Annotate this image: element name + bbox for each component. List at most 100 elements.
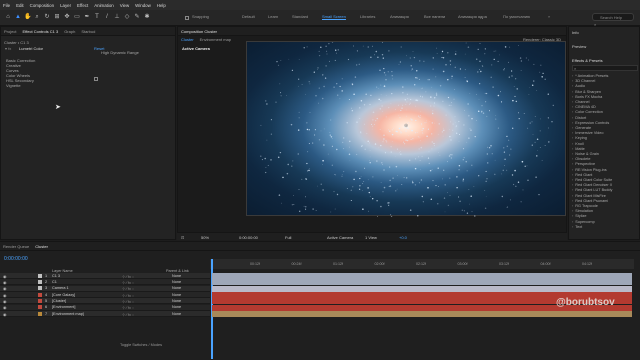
home-icon[interactable]: ⌂	[4, 13, 12, 21]
menu-composition[interactable]: Composition	[30, 3, 54, 8]
parent-select[interactable]: None	[172, 274, 181, 278]
view-layout-select[interactable]: 1 View	[365, 235, 377, 240]
workspace-learn[interactable]: Learn	[268, 14, 278, 19]
menu-layer[interactable]: Layer	[60, 3, 71, 8]
effects-category-item[interactable]: Boris FX Mocha	[572, 95, 602, 99]
switches-icons[interactable]: ⊹ ∕ fx ◌	[122, 312, 134, 317]
workspace-small-screen[interactable]: Small Screen	[322, 14, 346, 20]
label-color-swatch[interactable]	[38, 292, 42, 297]
effects-category-item[interactable]: Matte	[572, 147, 585, 151]
parent-select[interactable]: None	[172, 286, 181, 290]
parent-select[interactable]: None	[172, 305, 181, 309]
puppet-tool-icon[interactable]: ✱	[143, 13, 151, 21]
label-color-swatch[interactable]	[38, 305, 42, 310]
layer-row[interactable]: ◉ 6 [Environment] ⊹ ∕ fx ◌ None	[0, 304, 210, 311]
effects-category-item[interactable]: Immersive Video	[572, 131, 603, 135]
toggle-switches-label[interactable]: Toggle Switches / Modes	[120, 343, 162, 347]
pen-tool-icon[interactable]: ✒	[83, 13, 91, 21]
workspace-default-ru[interactable]: По умолчанию	[503, 14, 530, 19]
effects-category-item[interactable]: Noise & Grain	[572, 152, 599, 156]
viewer-title[interactable]: Composition Cluster	[181, 29, 217, 34]
effects-category-item[interactable]: RE:Vision Plug-ins	[572, 168, 606, 172]
effects-category-item[interactable]: Simulation	[572, 209, 593, 213]
layer-row[interactable]: ◉ 4 [Core Galaxy] ⊹ ∕ fx ◌ None	[0, 291, 210, 298]
tab-effect-controls[interactable]: Effect Controls C1 3	[22, 29, 58, 34]
layer-name[interactable]: [Core Galaxy]	[52, 293, 75, 297]
eraser-tool-icon[interactable]: ◇	[123, 13, 131, 21]
visibility-eye-icon[interactable]: ◉	[3, 312, 7, 317]
effects-category-item[interactable]: Knoll	[572, 142, 583, 146]
layer-name[interactable]: C1	[52, 280, 57, 284]
visibility-eye-icon[interactable]: ◉	[3, 286, 7, 291]
layer-duration-bar[interactable]	[212, 279, 632, 286]
layer-duration-bar[interactable]	[212, 273, 632, 279]
layer-row[interactable]: ◉ 5 [Cluster] ⊹ ∕ fx ◌ None	[0, 298, 210, 305]
tab-cluster-timeline[interactable]: Cluster	[35, 244, 48, 249]
rotate-tool-icon[interactable]: ↻	[43, 13, 51, 21]
timeline-timecode[interactable]: 0:00:00:00	[4, 256, 28, 262]
label-color-swatch[interactable]	[38, 280, 42, 285]
camera-tool-icon[interactable]: ⊞	[53, 13, 61, 21]
switches-icons[interactable]: ⊹ ∕ fx ◌	[122, 293, 134, 298]
effects-category-item[interactable]: Blur & Sharpen	[572, 90, 601, 94]
visibility-eye-icon[interactable]: ◉	[3, 293, 7, 298]
effects-category-item[interactable]: Keying	[572, 136, 587, 140]
effects-category-item[interactable]: RG Trapcode	[572, 204, 598, 208]
effect-name[interactable]: Lumetri Color	[19, 46, 43, 51]
subtab-environment-map[interactable]: Environment map	[200, 37, 231, 42]
tab-starbud[interactable]: Starbud	[81, 29, 95, 34]
layer-row[interactable]: ◉ 1 C1 3 ⊹ ∕ fx ◌ None	[0, 273, 210, 279]
switches-icons[interactable]: ⊹ ∕ fx ◌	[122, 299, 134, 304]
magnifier-icon[interactable]: ⊡	[181, 235, 184, 240]
layer-row[interactable]: ◉ 7 [Environment map] ⊹ ∕ fx ◌ None	[0, 310, 210, 317]
tab-project[interactable]: Project	[4, 29, 16, 34]
resolution-select[interactable]: Full	[285, 235, 291, 240]
menu-effect[interactable]: Effect	[77, 3, 88, 8]
effects-category-item[interactable]: Red Giant Psunami	[572, 199, 608, 203]
effects-category-item[interactable]: Red Giant MisFire	[572, 194, 606, 198]
visibility-eye-icon[interactable]: ◉	[3, 305, 7, 310]
layer-name[interactable]: [Cluster]	[52, 299, 66, 303]
section-vignette[interactable]: Vignette	[6, 83, 21, 88]
layer-duration-bar[interactable]	[212, 285, 632, 292]
search-help-input[interactable]: Search Help	[592, 13, 634, 21]
layer-name[interactable]: [Environment]	[52, 305, 75, 309]
info-panel-title[interactable]: Info	[572, 30, 579, 35]
label-color-swatch[interactable]	[38, 298, 42, 303]
layer-duration-bar[interactable]	[212, 310, 632, 317]
menu-view[interactable]: View	[120, 3, 129, 8]
visibility-eye-icon[interactable]: ◉	[3, 274, 7, 279]
workspace-core-anim[interactable]: Анимация ядра	[458, 14, 487, 19]
brush-tool-icon[interactable]: /	[103, 13, 111, 21]
fx-toggle-icon[interactable]: ▾ fx	[5, 46, 11, 51]
effects-search-input[interactable]: ⌕	[572, 65, 638, 71]
layer-name[interactable]: Camera 1	[52, 286, 69, 290]
visibility-eye-icon[interactable]: ◉	[3, 299, 7, 304]
effects-category-item[interactable]: Channel	[572, 100, 589, 104]
roto-brush-icon[interactable]: ✎	[133, 13, 141, 21]
parent-select[interactable]: None	[172, 299, 181, 303]
parent-select[interactable]: None	[172, 280, 181, 284]
hdr-checkbox[interactable]	[94, 77, 98, 81]
workspace-libraries[interactable]: Libraries	[360, 14, 375, 19]
workspace-standard[interactable]: Standard	[292, 14, 308, 19]
effects-category-item[interactable]: Obsolete	[572, 157, 590, 161]
effects-category-item[interactable]: Distort	[572, 116, 586, 120]
exposure-value[interactable]: +0.0	[399, 235, 407, 240]
switches-icons[interactable]: ⊹ ∕ fx ◌	[122, 280, 134, 285]
switches-icons[interactable]: ⊹ ∕ fx ◌	[122, 305, 134, 310]
visibility-eye-icon[interactable]: ◉	[3, 280, 7, 285]
effects-category-item[interactable]: Color Correction	[572, 110, 603, 114]
anchor-point-icon[interactable]: ⊕	[404, 123, 408, 129]
effects-category-item[interactable]: Generate	[572, 126, 591, 130]
effects-category-item[interactable]: * Animation Presets	[572, 74, 608, 78]
zoom-tool-icon[interactable]: ⌕	[33, 13, 41, 21]
composition-canvas[interactable]: ⊕	[246, 41, 566, 217]
pan-behind-icon[interactable]: ✥	[63, 13, 71, 21]
workspace-all-panels[interactable]: Все панели	[424, 14, 445, 19]
rectangle-tool-icon[interactable]: ▭	[73, 13, 81, 21]
label-color-swatch[interactable]	[38, 286, 42, 291]
menu-animation[interactable]: Animation	[94, 3, 114, 8]
tab-render-queue[interactable]: Render Queue	[3, 244, 29, 249]
workspace-overflow-icon[interactable]: »	[548, 14, 550, 19]
